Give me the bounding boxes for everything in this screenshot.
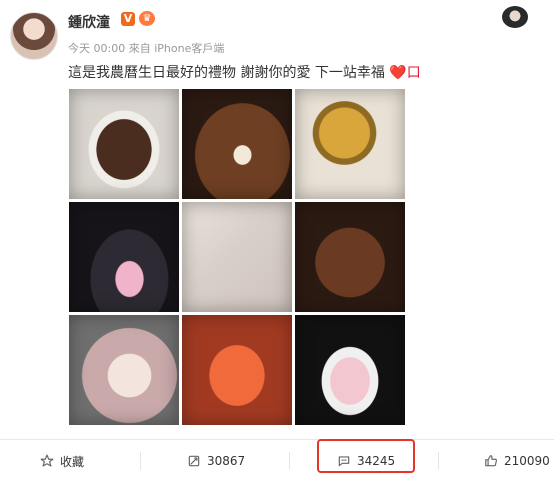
username[interactable]: 鍾欣潼 [68, 12, 110, 32]
repost-icon [188, 455, 200, 467]
like-button[interactable]: 210090 [484, 440, 550, 482]
photo-1[interactable] [69, 89, 179, 199]
post-source[interactable]: iPhone客戶端 [154, 42, 224, 55]
photo-4[interactable] [69, 202, 179, 312]
repost-button[interactable]: 30867 [187, 440, 245, 482]
repost-count: 30867 [207, 454, 246, 468]
avatar[interactable] [10, 12, 58, 60]
comment-highlight-box [317, 439, 415, 473]
crown-badge-icon: ♛ [139, 11, 155, 26]
post-meta: 今天 00:00 來自 iPhone客戶端 [68, 40, 224, 56]
action-bar: 收藏 30867 34245 210090 [0, 439, 554, 482]
favorite-button[interactable]: 收藏 [40, 440, 84, 482]
post-body: 這是我農曆生日最好的禮物 謝謝你的愛 下一站幸福 [68, 65, 385, 81]
photo-3[interactable] [295, 89, 405, 199]
star-icon [40, 454, 54, 467]
corner-avatar[interactable] [502, 6, 528, 28]
image-grid [69, 89, 409, 426]
photo-2[interactable] [182, 89, 292, 199]
post-time: 今天 00:00 [68, 42, 126, 55]
divider [289, 452, 290, 470]
like-count: 210090 [504, 454, 550, 468]
photo-8[interactable] [182, 315, 292, 425]
photo-9[interactable] [295, 315, 405, 425]
divider [438, 452, 439, 470]
favorite-label: 收藏 [60, 454, 85, 469]
verified-badge: V [121, 12, 135, 26]
photo-5[interactable] [182, 202, 292, 312]
photo-7[interactable] [69, 315, 179, 425]
source-prefix: 來自 [128, 42, 151, 55]
divider [140, 452, 141, 470]
photo-6[interactable] [295, 202, 405, 312]
post-trailing-text: ❤️口 [389, 65, 421, 81]
thumbs-up-icon [485, 455, 498, 467]
post-text: 這是我農曆生日最好的禮物 謝謝你的愛 下一站幸福 ❤️口 [68, 62, 421, 82]
